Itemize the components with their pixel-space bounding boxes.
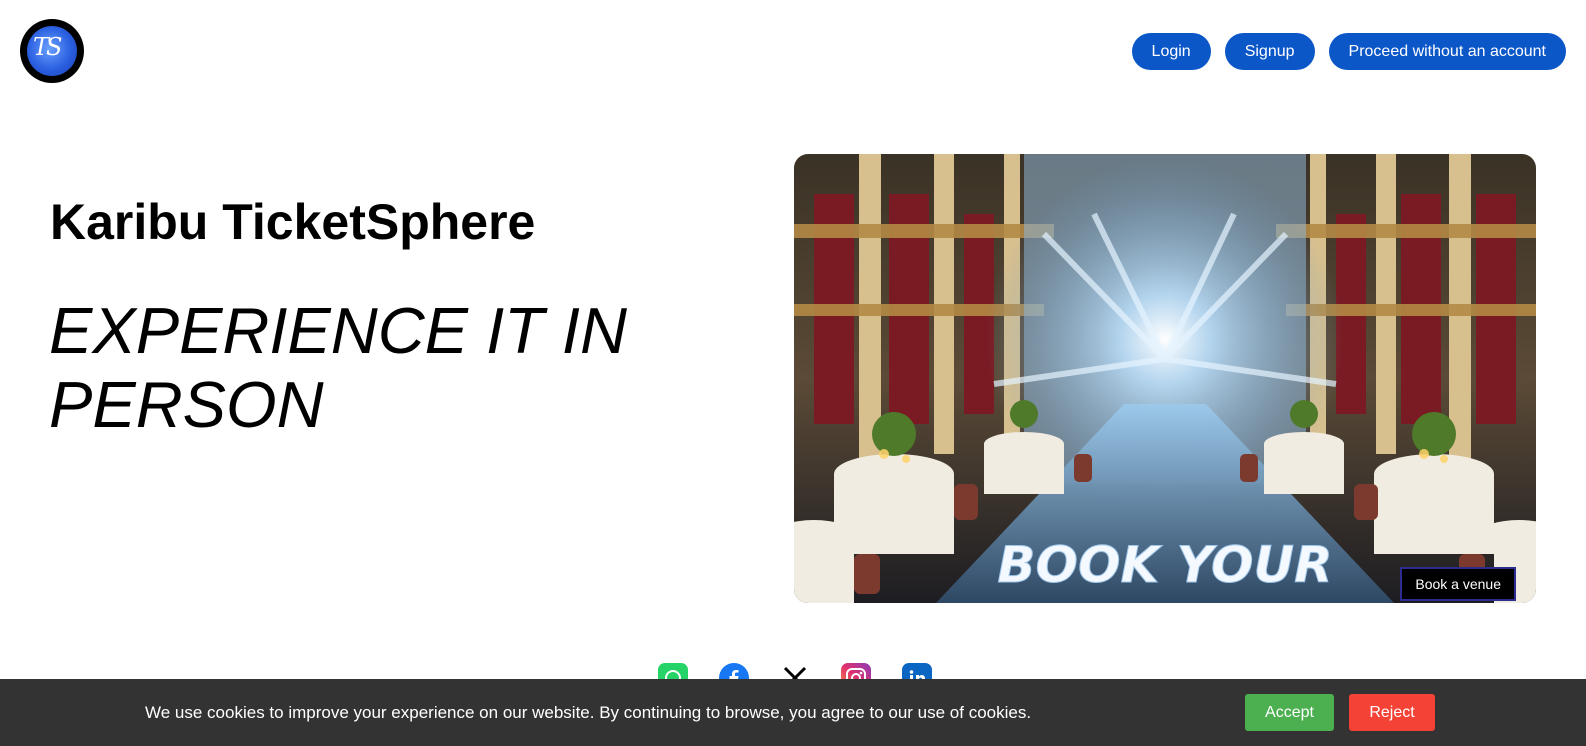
book-venue-button[interactable]: Book a venue — [1400, 567, 1516, 601]
hero-venue-image: BOOK YOUR Book a venue — [794, 154, 1536, 603]
cookie-banner: We use cookies to improve your experienc… — [0, 679, 1586, 746]
venue-illustration: BOOK YOUR — [794, 154, 1536, 603]
logo-badge: TS — [27, 26, 77, 76]
signup-button[interactable]: Signup — [1224, 33, 1315, 70]
site-logo[interactable]: TS — [20, 19, 84, 83]
proceed-guest-button[interactable]: Proceed without an account — [1328, 33, 1566, 70]
hero-tagline: EXPERIENCE IT IN PERSON — [49, 294, 627, 441]
logo-monogram: TS — [33, 33, 63, 61]
accept-cookies-button[interactable]: Accept — [1245, 694, 1334, 731]
reject-cookies-button[interactable]: Reject — [1349, 694, 1435, 731]
login-button[interactable]: Login — [1131, 33, 1211, 70]
top-nav: Login Signup Proceed without an account — [1131, 33, 1566, 70]
image-book-your-text: BOOK YOUR — [997, 536, 1332, 594]
page-title: Karibu TicketSphere — [50, 194, 536, 250]
cookie-message: We use cookies to improve your experienc… — [145, 703, 1032, 722]
